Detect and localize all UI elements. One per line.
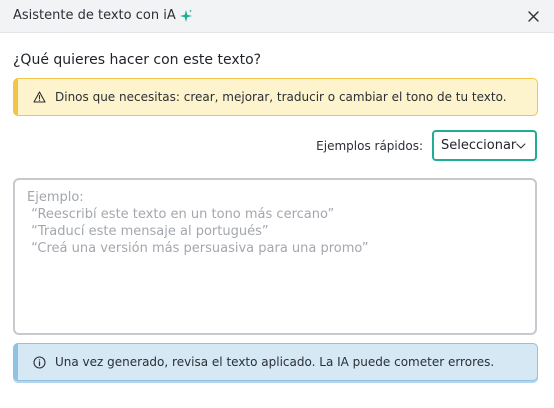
info-icon (32, 355, 46, 369)
quick-examples-row: Ejemplos rápidos: Seleccionar (316, 130, 537, 161)
question-heading: ¿Qué quieres hacer con este texto? (13, 52, 262, 68)
info-alert: Una vez generado, revisa el texto aplica… (13, 343, 538, 381)
dialog-title-text: Asistente de texto con iA (13, 8, 176, 23)
quick-examples-select-value: Seleccionar (441, 138, 517, 153)
info-text: Una vez generado, revisa el texto aplica… (55, 355, 495, 369)
chevron-down-icon (516, 142, 526, 149)
quick-examples-select[interactable]: Seleccionar (432, 130, 537, 161)
close-icon (527, 10, 539, 22)
quick-examples-label: Ejemplos rápidos: (316, 138, 423, 153)
close-button[interactable] (525, 8, 541, 24)
dialog-header: Asistente de texto con iA (0, 0, 554, 33)
ai-text-assistant-dialog: Asistente de texto con iA ¿Qué quieres h… (0, 0, 554, 408)
dialog-title: Asistente de texto con iA (13, 8, 193, 23)
warning-alert: Dinos que necesitas: crear, mejorar, tra… (13, 78, 538, 116)
warning-text: Dinos que necesitas: crear, mejorar, tra… (55, 90, 507, 104)
prompt-textarea[interactable] (13, 178, 537, 335)
warning-icon (32, 90, 46, 104)
sparkle-icon (179, 9, 193, 23)
